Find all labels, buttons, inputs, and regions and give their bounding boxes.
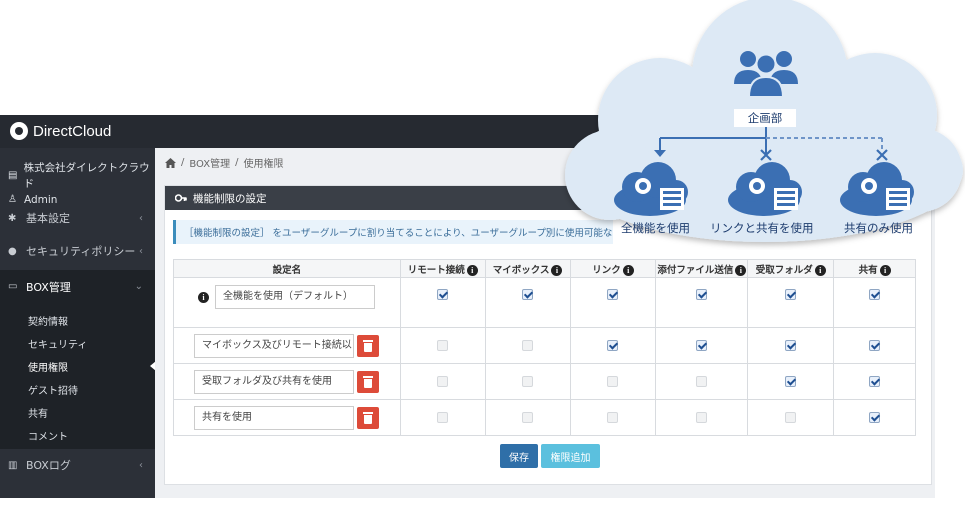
setting-name-input[interactable]: 受取フォルダ及び共有を使用 bbox=[194, 369, 354, 394]
company-name: 株式会社ダイレクトクラウド bbox=[23, 162, 150, 190]
breadcrumb-item[interactable]: BOX管理 bbox=[189, 155, 230, 170]
sidebar-item-label: 基本設定 bbox=[26, 212, 70, 225]
setting-name-input[interactable]: 共有を使用 bbox=[194, 405, 354, 430]
checkbox-remote[interactable] bbox=[437, 376, 449, 387]
checkbox-share[interactable] bbox=[869, 376, 881, 387]
info-icon[interactable]: i bbox=[735, 264, 747, 276]
checkbox-attachment[interactable] bbox=[696, 340, 708, 351]
box-icon: ▭ bbox=[8, 281, 18, 292]
table-row: 受取フォルダ及び共有を使用 bbox=[173, 363, 916, 400]
chevron-left-icon: ‹ bbox=[139, 459, 143, 471]
submenu-item-permissions[interactable]: 使用権限 bbox=[28, 359, 68, 374]
checkbox-share[interactable] bbox=[869, 289, 881, 300]
sidebar-item-label: BOXログ bbox=[26, 459, 71, 472]
column-header-share: 共有 i bbox=[833, 259, 916, 278]
table-header-row: 設定名 リモート接続 i マイボックス i リンク i 添付ファイル送信 i 受取フォル… bbox=[173, 259, 916, 278]
checkbox-mybox[interactable] bbox=[522, 340, 534, 351]
save-button[interactable]: 保存 bbox=[500, 444, 538, 468]
submenu-item-contract[interactable]: 契約情報 bbox=[28, 313, 68, 328]
info-icon[interactable]: i bbox=[814, 264, 826, 276]
delete-button[interactable] bbox=[357, 370, 379, 393]
logo-icon bbox=[10, 122, 28, 140]
home-icon[interactable] bbox=[165, 157, 176, 168]
group-label: 企画部 bbox=[734, 109, 796, 127]
info-icon[interactable]: i bbox=[622, 264, 634, 276]
checkbox-mybox[interactable] bbox=[522, 412, 534, 423]
column-header-receive-folder: 受取フォルダ i bbox=[747, 259, 835, 278]
checkbox-attachment[interactable] bbox=[696, 412, 708, 423]
checkbox-receive-folder[interactable] bbox=[785, 340, 797, 351]
option-label-share-only: 共有のみ使用 bbox=[844, 221, 913, 235]
checkbox-link[interactable] bbox=[607, 289, 619, 300]
checkbox-remote[interactable] bbox=[437, 289, 449, 300]
account-info: ▤ 株式会社ダイレクトクラウド ♙ Admin bbox=[8, 160, 155, 208]
table-row: マイボックス及びリモート接続以 bbox=[173, 327, 916, 364]
box-admin-submenu: 契約情報 セキュリティ 使用権限 ゲスト招待 共有 コメント bbox=[0, 303, 155, 449]
checkbox-remote[interactable] bbox=[437, 412, 449, 423]
logo[interactable]: DirectCloud bbox=[10, 122, 111, 140]
checkbox-share[interactable] bbox=[869, 340, 881, 351]
column-header-link: リンク i bbox=[569, 259, 657, 278]
submenu-item-comment[interactable]: コメント bbox=[28, 428, 68, 443]
panel-title: 機能制限の設定 bbox=[193, 192, 267, 205]
checkbox-attachment[interactable] bbox=[696, 289, 708, 300]
option-label-all: 全機能を使用 bbox=[621, 221, 690, 235]
sidebar: ▤ 株式会社ダイレクトクラウド ♙ Admin ✱ 基本設定 ‹ ● セキュリティポ… bbox=[0, 148, 156, 498]
breadcrumb-current: 使用権限 bbox=[243, 159, 284, 170]
setting-name-input[interactable]: 全機能を使用（デフォルト） bbox=[215, 285, 375, 309]
key-icon bbox=[175, 194, 187, 202]
sidebar-item-label: セキュリティポリシー bbox=[26, 245, 136, 258]
breadcrumb: / BOX管理 / 使用権限 bbox=[165, 155, 284, 170]
checkbox-attachment[interactable] bbox=[696, 376, 708, 387]
info-icon[interactable]: i bbox=[198, 291, 209, 303]
delete-button[interactable] bbox=[357, 406, 379, 429]
chevron-left-icon: ‹ bbox=[139, 245, 143, 257]
setting-name-input[interactable]: マイボックス及びリモート接続以 bbox=[194, 333, 354, 358]
notice-callout: ［機能制限の設定］ をユーザーグループに割り当てることにより、ユーザーグループ別… bbox=[173, 220, 613, 244]
table-row: 共有を使用 bbox=[173, 399, 916, 436]
checkbox-mybox[interactable] bbox=[522, 289, 534, 300]
setting-name-cell: i 全機能を使用（デフォルト） bbox=[173, 277, 401, 328]
setting-name-cell: マイボックス及びリモート接続以 bbox=[173, 327, 401, 364]
sidebar-item-box-admin[interactable]: ▭ BOX管理 ⌄ bbox=[0, 270, 155, 303]
chart-icon: ▥ bbox=[8, 459, 18, 471]
option-label-link-share: リンクと共有を使用 bbox=[710, 221, 814, 235]
sidebar-item-label: BOX管理 bbox=[26, 280, 71, 294]
add-permission-button[interactable]: 権限追加 bbox=[541, 444, 600, 468]
sidebar-item-security-policy[interactable]: ● セキュリティポリシー ‹ bbox=[0, 236, 155, 266]
checkbox-link[interactable] bbox=[607, 340, 619, 351]
delete-button[interactable] bbox=[357, 334, 379, 357]
info-icon[interactable]: i bbox=[879, 264, 891, 276]
submenu-item-security[interactable]: セキュリティ bbox=[28, 336, 87, 351]
logo-text: DirectCloud bbox=[33, 122, 112, 140]
checkbox-receive-folder[interactable] bbox=[785, 376, 797, 387]
checkbox-share[interactable] bbox=[869, 412, 881, 423]
sidebar-item-basic-settings[interactable]: ✱ 基本設定 ‹ bbox=[0, 203, 155, 233]
checkbox-mybox[interactable] bbox=[522, 376, 534, 387]
info-icon[interactable]: i bbox=[466, 264, 478, 276]
checkbox-receive-folder[interactable] bbox=[785, 289, 797, 300]
column-header-mybox: マイボックス i bbox=[484, 259, 571, 278]
setting-name-cell: 共有を使用 bbox=[173, 399, 401, 436]
setting-name-cell: 受取フォルダ及び共有を使用 bbox=[173, 363, 401, 400]
gear-icon: ✱ bbox=[8, 212, 17, 224]
chevron-down-icon: ⌄ bbox=[134, 281, 143, 292]
chevron-left-icon: ‹ bbox=[139, 212, 143, 224]
checkbox-remote[interactable] bbox=[437, 340, 449, 351]
lock-icon: ● bbox=[8, 245, 17, 257]
building-icon: ▤ bbox=[8, 170, 18, 181]
checkbox-receive-folder[interactable] bbox=[785, 412, 797, 423]
submenu-item-guest-invite[interactable]: ゲスト招待 bbox=[28, 382, 78, 397]
checkbox-link[interactable] bbox=[607, 376, 619, 387]
table-row: i 全機能を使用（デフォルト） bbox=[173, 277, 916, 328]
column-header-name: 設定名 bbox=[173, 259, 401, 278]
top-bar: DirectCloud bbox=[0, 115, 620, 148]
column-header-attachment: 添付ファイル送信 i bbox=[655, 259, 749, 278]
checkbox-link[interactable] bbox=[607, 412, 619, 423]
column-header-remote: リモート接続 i bbox=[399, 259, 486, 278]
submenu-item-share[interactable]: 共有 bbox=[28, 405, 48, 420]
sidebar-item-box-log[interactable]: ▥ BOXログ ‹ bbox=[0, 450, 155, 480]
permission-table: 設定名 リモート接続 i マイボックス i リンク i 添付ファイル送信 i 受取フォル… bbox=[173, 259, 916, 436]
info-icon[interactable]: i bbox=[551, 264, 563, 276]
